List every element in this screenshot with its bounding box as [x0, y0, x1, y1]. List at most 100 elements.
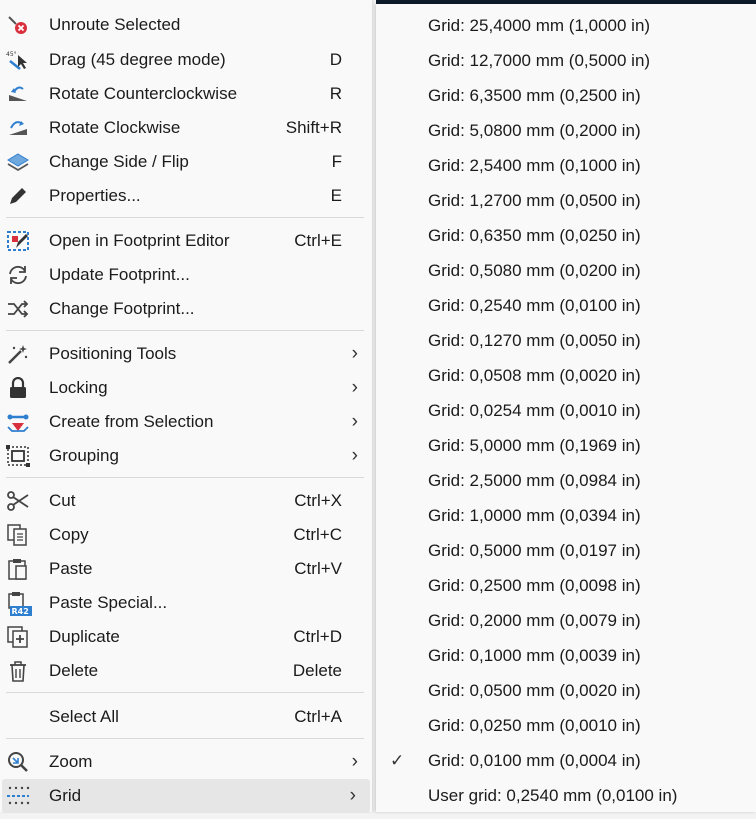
- menu-item-create-from-selection[interactable]: Create from Selection ›: [0, 405, 372, 439]
- svg-text:R42: R42: [12, 607, 29, 616]
- menu-item-grid[interactable]: Grid ›: [2, 779, 370, 813]
- grid-option[interactable]: Grid: 1,2700 mm (0,0500 in): [376, 183, 756, 218]
- grid-option[interactable]: Grid: 1,0000 mm (0,0394 in): [376, 498, 756, 533]
- grid-option-label: Grid: 0,0508 mm (0,0020 in): [428, 366, 641, 385]
- grid-option[interactable]: Grid: 0,1270 mm (0,0050 in): [376, 323, 756, 358]
- drag-45-icon: 45°: [6, 49, 30, 71]
- rotate-cw-icon: [6, 117, 30, 139]
- grid-option-label: Grid: 5,0800 mm (0,2000 in): [428, 121, 641, 140]
- grid-option-label: User grid: 0,2540 mm (0,0100 in): [428, 786, 678, 805]
- menu-item-rotate-ccw[interactable]: Rotate Counterclockwise R: [0, 77, 372, 111]
- chevron-right-icon: ›: [351, 377, 358, 398]
- grid-option-label: Grid: 0,1000 mm (0,0039 in): [428, 646, 641, 665]
- grid-option[interactable]: ✓ Grid: 0,0100 mm (0,0004 in): [376, 743, 756, 778]
- grid-option[interactable]: Grid: 6,3500 mm (0,2500 in): [376, 78, 756, 113]
- menu-separator: [6, 738, 364, 739]
- zoom-icon: [6, 751, 30, 773]
- grid-option-label: Grid: 0,0100 mm (0,0004 in): [428, 751, 641, 770]
- menu-item-locking[interactable]: Locking ›: [0, 371, 372, 405]
- grid-option-label: Grid: 0,1270 mm (0,0050 in): [428, 331, 641, 350]
- chevron-right-icon: ›: [349, 785, 356, 806]
- menu-separator: [6, 217, 364, 218]
- grid-option-label: Grid: 6,3500 mm (0,2500 in): [428, 86, 641, 105]
- context-menu: Unroute Selected 45° Drag (45 degree mod…: [0, 0, 372, 813]
- grid-submenu: Grid: 25,4000 mm (1,0000 in) Grid: 12,700…: [376, 4, 756, 812]
- menu-item-rotate-cw[interactable]: Rotate Clockwise Shift+R: [0, 111, 372, 145]
- menu-item-drag-45[interactable]: 45° Drag (45 degree mode) D: [0, 43, 372, 77]
- menu-item-properties[interactable]: Properties... E: [0, 179, 372, 213]
- grid-option[interactable]: Grid: 5,0800 mm (0,2000 in): [376, 113, 756, 148]
- trash-icon: [6, 660, 30, 682]
- footprint-editor-icon: [6, 230, 30, 252]
- grid-option[interactable]: Grid: 0,0250 mm (0,0010 in): [376, 708, 756, 743]
- pencil-icon: [6, 185, 30, 207]
- grid-option-label: Grid: 0,6350 mm (0,0250 in): [428, 226, 641, 245]
- paste-icon: [6, 558, 30, 580]
- grid-option-label: Grid: 0,5000 mm (0,0197 in): [428, 541, 641, 560]
- menu-item-zoom[interactable]: Zoom ›: [0, 745, 372, 779]
- grid-option[interactable]: Grid: 0,2000 mm (0,0079 in): [376, 603, 756, 638]
- grid-option[interactable]: Grid: 25,4000 mm (1,0000 in): [376, 8, 756, 43]
- menu-item-delete[interactable]: Delete Delete: [0, 654, 372, 688]
- menu-item-update-footprint[interactable]: Update Footprint...: [0, 258, 372, 292]
- menu-item-unroute-selected[interactable]: Unroute Selected: [0, 8, 372, 42]
- create-from-selection-icon: [6, 411, 30, 433]
- grid-option-label: Grid: 5,0000 mm (0,1969 in): [428, 436, 641, 455]
- unroute-icon: [6, 14, 30, 36]
- grid-option-label: Grid: 2,5000 mm (0,0984 in): [428, 471, 641, 490]
- menu-item-duplicate[interactable]: Duplicate Ctrl+D: [0, 620, 372, 654]
- menu-item-cut[interactable]: Cut Ctrl+X: [0, 484, 372, 518]
- menu-item-paste[interactable]: Paste Ctrl+V: [0, 552, 372, 586]
- grid-option-label: Grid: 2,5400 mm (0,1000 in): [428, 156, 641, 175]
- menu-item-open-footprint-editor[interactable]: Open in Footprint Editor Ctrl+E: [0, 224, 372, 258]
- grid-option-label: Grid: 0,2540 mm (0,0100 in): [428, 296, 641, 315]
- grid-option[interactable]: Grid: 2,5000 mm (0,0984 in): [376, 463, 756, 498]
- chevron-right-icon: ›: [351, 411, 358, 432]
- duplicate-icon: [6, 626, 30, 648]
- grid-option[interactable]: Grid: 12,7000 mm (0,5000 in): [376, 43, 756, 78]
- scissors-icon: [6, 490, 30, 512]
- grid-option-label: Grid: 0,2000 mm (0,0079 in): [428, 611, 641, 630]
- grid-option[interactable]: Grid: 0,1000 mm (0,0039 in): [376, 638, 756, 673]
- flip-icon: [6, 151, 30, 173]
- grid-option-label: Grid: 1,0000 mm (0,0394 in): [428, 506, 641, 525]
- grid-option[interactable]: Grid: 0,6350 mm (0,0250 in): [376, 218, 756, 253]
- grid-option-label: Grid: 12,7000 mm (0,5000 in): [428, 51, 651, 70]
- grid-option[interactable]: Grid: 0,2540 mm (0,0100 in): [376, 288, 756, 323]
- checkmark-icon: ✓: [390, 751, 405, 770]
- shuffle-icon: [6, 298, 30, 320]
- menu-item-copy[interactable]: Copy Ctrl+C: [0, 518, 372, 552]
- copy-icon: [6, 524, 30, 546]
- grid-option[interactable]: Grid: 0,0508 mm (0,0020 in): [376, 358, 756, 393]
- grid-icon: [6, 785, 30, 807]
- rotate-ccw-icon: [6, 83, 30, 105]
- grid-option[interactable]: Grid: 5,0000 mm (0,1969 in): [376, 428, 756, 463]
- menu-separator: [6, 692, 364, 693]
- menu-item-select-all[interactable]: Select All Ctrl+A: [0, 700, 372, 734]
- menu-item-positioning-tools[interactable]: Positioning Tools ›: [0, 337, 372, 371]
- svg-text:45°: 45°: [6, 51, 17, 58]
- menu-item-change-footprint[interactable]: Change Footprint...: [0, 292, 372, 326]
- grid-option[interactable]: Grid: 2,5400 mm (0,1000 in): [376, 148, 756, 183]
- grid-option[interactable]: Grid: 0,5000 mm (0,0197 in): [376, 533, 756, 568]
- chevron-right-icon: ›: [351, 343, 358, 364]
- magic-wand-icon: [6, 343, 30, 365]
- grid-option[interactable]: User grid: 0,2540 mm (0,0100 in): [376, 778, 756, 813]
- menu-separator: [6, 477, 364, 478]
- grid-option-label: Grid: 25,4000 mm (1,0000 in): [428, 16, 651, 35]
- menu-item-paste-special[interactable]: R42 Paste Special...: [0, 586, 372, 620]
- grid-option-label: Grid: 1,2700 mm (0,0500 in): [428, 191, 641, 210]
- menu-separator: [6, 330, 364, 331]
- grid-option[interactable]: Grid: 0,2500 mm (0,0098 in): [376, 568, 756, 603]
- grid-option[interactable]: Grid: 0,0500 mm (0,0020 in): [376, 673, 756, 708]
- grid-option-label: Grid: 0,2500 mm (0,0098 in): [428, 576, 641, 595]
- chevron-right-icon: ›: [351, 445, 358, 466]
- grid-option[interactable]: Grid: 0,0254 mm (0,0010 in): [376, 393, 756, 428]
- menu-item-change-side-flip[interactable]: Change Side / Flip F: [0, 145, 372, 179]
- grid-option[interactable]: Grid: 0,5080 mm (0,0200 in): [376, 253, 756, 288]
- menu-item-grouping[interactable]: Grouping ›: [0, 439, 372, 473]
- group-icon: [6, 445, 30, 467]
- grid-option-label: Grid: 0,0500 mm (0,0020 in): [428, 681, 641, 700]
- chevron-right-icon: ›: [351, 751, 358, 772]
- paste-special-icon: R42: [6, 592, 32, 616]
